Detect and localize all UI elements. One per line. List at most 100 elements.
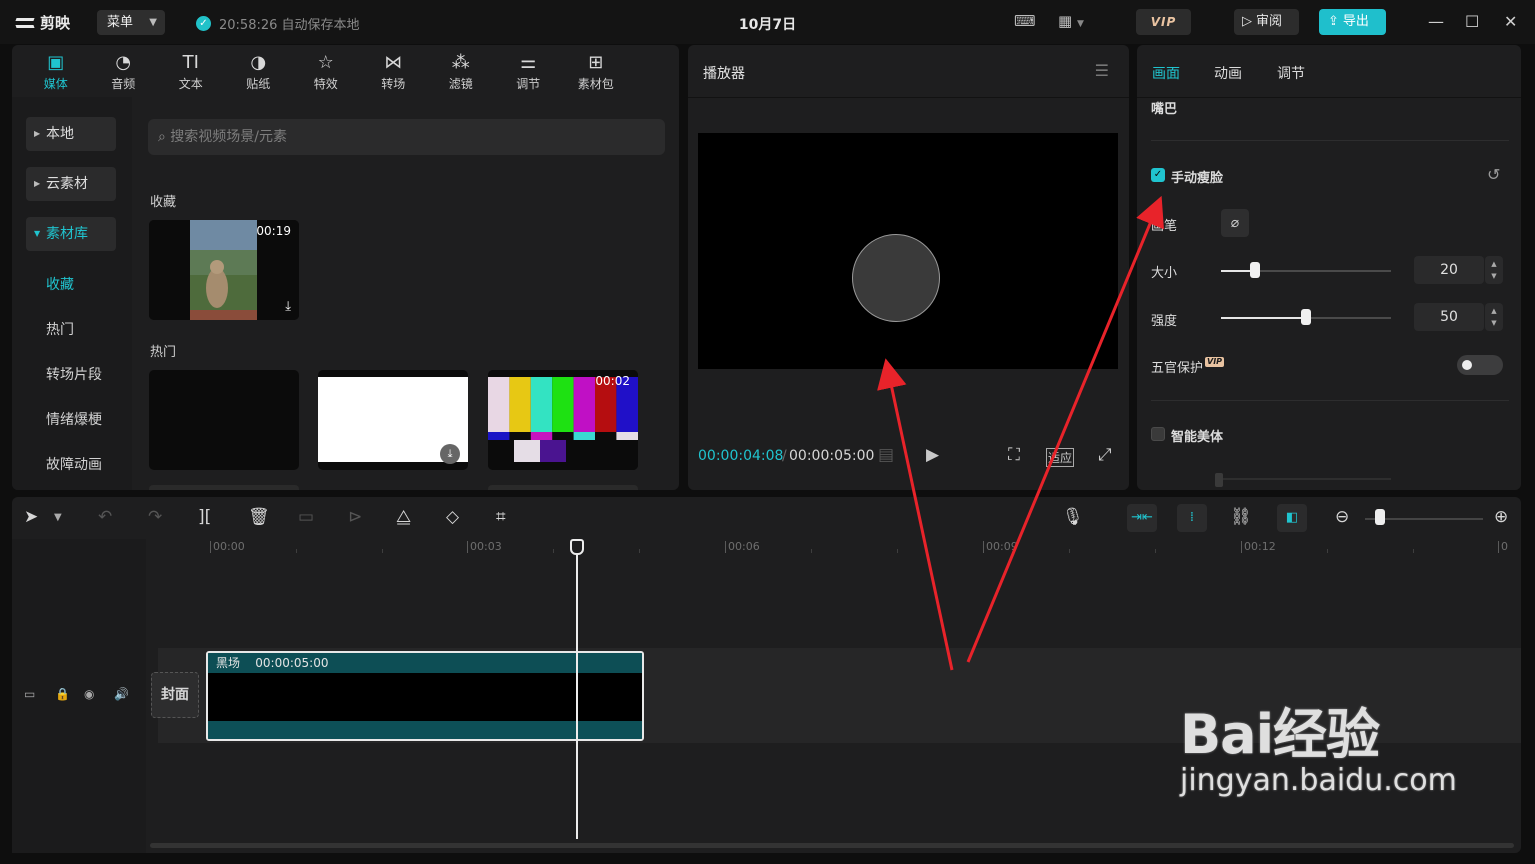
tab-effects[interactable]: ☆ 特效 xyxy=(292,45,360,97)
tab-text[interactable]: TI 文本 xyxy=(157,45,225,97)
slider-knob[interactable] xyxy=(1301,309,1311,325)
ruler-tick xyxy=(382,549,383,553)
sidebar-sub-favorites[interactable]: 收藏 xyxy=(46,274,74,294)
tab-picture[interactable]: 画面 xyxy=(1152,63,1180,83)
eye-icon[interactable]: ◉ xyxy=(84,687,94,701)
color-bars-thumbnail[interactable]: 00:02 xyxy=(488,370,638,470)
reset-icon[interactable]: ↺ xyxy=(1487,165,1500,184)
tab-transition[interactable]: ⋈ 转场 xyxy=(360,45,428,97)
tab-label: 特效 xyxy=(313,77,338,91)
sidebar-sub-glitch[interactable]: 故障动画 xyxy=(46,454,102,474)
playhead-handle[interactable] xyxy=(570,539,584,555)
white-clip-thumbnail[interactable]: ⤓ xyxy=(318,370,468,470)
tab-media[interactable]: ▣ 媒体 xyxy=(22,45,90,97)
fit-button[interactable]: 适应 xyxy=(1046,448,1075,467)
zoom-slider-knob[interactable] xyxy=(1375,509,1385,525)
strength-stepper[interactable]: ▲ ▼ xyxy=(1485,303,1503,331)
download-icon[interactable]: ⤓ xyxy=(440,444,460,464)
download-icon[interactable]: ⤓ xyxy=(285,299,291,314)
fullscreen-icon[interactable]: ⤢ xyxy=(1098,445,1112,465)
preview-axis-icon[interactable]: ◧ xyxy=(1277,504,1307,532)
ruler-tick xyxy=(1327,549,1328,553)
sidebar-item-cloud[interactable]: ▶ 云素材 xyxy=(26,167,116,201)
sidebar-sub-transition-clips[interactable]: 转场片段 xyxy=(46,364,102,384)
select-cursor-icon[interactable]: ➤ xyxy=(24,507,38,527)
horizontal-scrollbar[interactable] xyxy=(150,843,1514,848)
tab-package[interactable]: ⊞ 素材包 xyxy=(562,45,630,97)
delete-icon[interactable]: 🗑 xyxy=(248,507,270,527)
auto-snap-icon[interactable]: ⁞ xyxy=(1177,504,1207,532)
baidu-watermark: Bai经验 jingyan.baidu.com xyxy=(1180,690,1457,798)
hamburger-menu-icon[interactable]: ☰ xyxy=(1095,61,1109,80)
menu-button[interactable]: 菜单 ▼ xyxy=(97,10,165,35)
sidebar-sub-emotion-memes[interactable]: 情绪爆梗 xyxy=(46,409,102,429)
timeline-clip[interactable]: 黑场 00:00:05:00 xyxy=(206,651,644,741)
watermark-main: Bai经验 xyxy=(1180,703,1380,766)
freeze-icon[interactable]: ▭ xyxy=(298,507,314,527)
black-clip-thumbnail[interactable] xyxy=(149,370,299,470)
thumbnail-partial xyxy=(149,485,299,490)
mirror-icon[interactable]: ⧋ xyxy=(396,507,411,527)
redo-icon[interactable]: ↷ xyxy=(148,507,162,527)
smart-body-checkbox[interactable] xyxy=(1151,427,1165,441)
timeline-panel: ➤ ▼ ↶ ↷ ][ 🗑 ▭ ⊳ ⧋ ◇ ⌗ 🎙 ⇥⇤ ⁞ ⛓ ◧ ⊖ ⊕ ▭ … xyxy=(12,497,1521,853)
sidebar-item-local[interactable]: ▶ 本地 xyxy=(26,117,116,151)
tab-audio[interactable]: ◔ 音频 xyxy=(90,45,158,97)
size-value-input[interactable]: 20 xyxy=(1414,256,1484,284)
zoom-out-icon[interactable]: ⊖ xyxy=(1335,507,1349,527)
close-icon[interactable]: ✕ xyxy=(1504,12,1517,31)
search-input[interactable]: ⌕ 搜索视频场景/元素 xyxy=(148,119,665,155)
ruler-tick xyxy=(897,549,898,553)
layout-icon[interactable]: ▦ ▼ xyxy=(1058,12,1084,32)
transition-icon: ⋈ xyxy=(384,52,403,73)
chevron-down-icon: ▼ xyxy=(149,17,157,28)
tab-adjust[interactable]: ⚌ 调节 xyxy=(495,45,563,97)
zoom-in-icon[interactable]: ⊕ xyxy=(1494,507,1508,527)
rotate-icon[interactable]: ◇ xyxy=(446,507,459,527)
keyboard-icon[interactable]: ⌨ xyxy=(1014,12,1036,32)
tab-animation[interactable]: 动画 xyxy=(1214,63,1242,83)
time-separator: / xyxy=(782,448,787,464)
sidebar-item-library[interactable]: ▼ 素材库 xyxy=(26,217,116,251)
speaker-icon[interactable]: 🔊 xyxy=(114,687,129,701)
favorite-thumbnail[interactable]: 00:19 ⤓ xyxy=(149,220,299,320)
reverse-play-icon[interactable]: ⊳ xyxy=(348,507,362,527)
split-icon[interactable]: ][ xyxy=(198,507,211,527)
link-icon[interactable]: ⛓ xyxy=(1230,507,1252,527)
preview-canvas[interactable] xyxy=(698,133,1118,369)
chevron-down-icon[interactable]: ▼ xyxy=(54,512,62,523)
ruler-tick xyxy=(296,549,297,553)
undo-icon[interactable]: ↶ xyxy=(98,507,112,527)
tab-sticker[interactable]: ◑ 贴纸 xyxy=(225,45,293,97)
cover-button[interactable]: 封面 xyxy=(151,672,199,718)
size-stepper[interactable]: ▲ ▼ xyxy=(1485,256,1503,284)
track-video-icon[interactable]: ▭ xyxy=(24,687,35,701)
crop-icon[interactable]: ⌗ xyxy=(496,507,506,527)
zoom-frame-icon[interactable]: ⛶ xyxy=(1008,445,1020,465)
review-button[interactable]: ▷ 审阅 xyxy=(1234,9,1299,35)
tab-filter[interactable]: ⁂ 滤镜 xyxy=(427,45,495,97)
export-button[interactable]: ⇪ 导出 xyxy=(1319,9,1386,35)
eraser-icon[interactable]: ⌀ xyxy=(1221,209,1249,237)
maximize-icon[interactable]: ☐ xyxy=(1465,12,1479,31)
play-icon[interactable]: ▶ xyxy=(926,445,939,465)
feature-protect-toggle[interactable] xyxy=(1457,355,1503,375)
tab-adjust[interactable]: 调节 xyxy=(1277,63,1305,83)
lock-icon[interactable]: 🔒 xyxy=(55,687,70,701)
waveform-icon[interactable]: ▤ xyxy=(878,445,894,465)
time-ruler[interactable]: 00:00 00:03 00:06 00:09 00:12 0 xyxy=(146,539,1521,557)
strength-value-input[interactable]: 50 xyxy=(1414,303,1484,331)
sidebar-sub-hot[interactable]: 热门 xyxy=(46,319,74,339)
slider-knob[interactable] xyxy=(1250,262,1260,278)
playhead-line[interactable] xyxy=(576,549,578,839)
divider xyxy=(1137,97,1521,98)
microphone-icon[interactable]: 🎙 xyxy=(1062,507,1084,527)
main-track-magnet-icon[interactable]: ⇥⇤ xyxy=(1127,504,1157,532)
minimize-icon[interactable]: — xyxy=(1428,12,1444,31)
ruler-tick xyxy=(1069,549,1070,553)
audio-icon: ◔ xyxy=(115,52,132,73)
disabled-slider-knob xyxy=(1215,473,1223,487)
vip-button[interactable]: VIP xyxy=(1136,9,1191,35)
manual-slim-checkbox[interactable]: ✓ xyxy=(1151,168,1165,182)
package-icon: ⊞ xyxy=(588,52,604,73)
